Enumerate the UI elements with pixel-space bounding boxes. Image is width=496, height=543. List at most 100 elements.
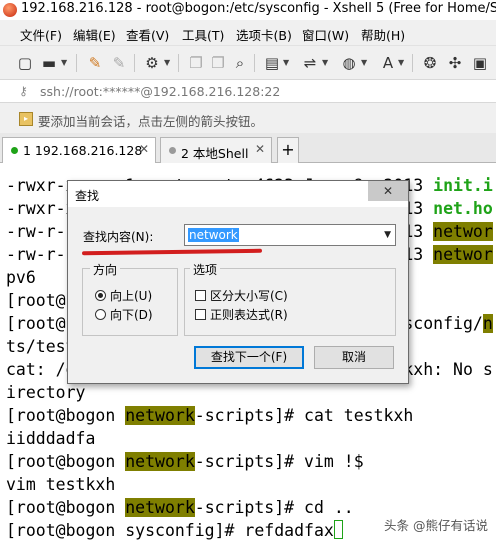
regex-checkbox[interactable] <box>195 309 206 320</box>
search-highlight: networ <box>433 222 493 241</box>
link-icon: ⚷ <box>19 84 28 98</box>
direction-up-label[interactable]: 向上(U) <box>110 287 152 304</box>
open-folder-icon[interactable]: ▬ <box>40 54 58 72</box>
terminal-line: pv6 <box>6 266 36 289</box>
terminal-line: [root@bogon sysconfig]# refdadfax <box>6 519 343 542</box>
close-icon[interactable]: ✕ <box>368 181 408 201</box>
chevron-down-icon[interactable]: ▼ <box>384 230 391 240</box>
direction-down-label[interactable]: 向下(D) <box>110 306 153 323</box>
find-dialog: 查找 ✕ 查找内容(N): network ▼ 方向 向上(U) 向下(D) 选… <box>67 180 409 384</box>
terminal-text: -scripts]# vim !$ <box>194 452 364 471</box>
xshell-app-icon <box>3 3 17 17</box>
terminal-text: -scripts]# cd .. <box>194 498 354 517</box>
reconnect-icon[interactable]: ✎ <box>86 54 104 72</box>
watermark: 头条 @熊仔有话说 <box>384 518 488 533</box>
red-underline-annotation <box>81 248 263 256</box>
tab-local-shell[interactable]: 2 本地Shell ✕ <box>160 137 272 163</box>
properties-icon[interactable]: ⚙ <box>143 54 161 72</box>
case-sensitive-checkbox[interactable] <box>195 290 206 301</box>
regex-label[interactable]: 正则表达式(R) <box>210 306 288 323</box>
menu-bar: 文件(F) 编辑(E) 查看(V) 工具(T) 选项卡(B) 窗口(W) 帮助(… <box>0 20 496 45</box>
paste-icon[interactable]: ❐ <box>209 54 227 72</box>
search-highlight: networ <box>433 245 493 264</box>
transfer-icon[interactable]: ⇌ <box>301 54 319 72</box>
toolbar-separator <box>254 54 255 72</box>
close-icon[interactable]: ✕ <box>139 142 149 156</box>
new-session-icon[interactable]: ▢ <box>16 54 34 72</box>
menu-edit[interactable]: 编辑(E) <box>73 25 116 44</box>
search-highlight: network <box>125 406 195 425</box>
terminal-line: vim testkxh <box>6 473 115 496</box>
toolbar: ▢ ▬ ▼ ✎ ✎ ⚙ ▼ ❐ ❐ ⌕ ▤ ▼ ⇌ ▼ ◍ ▼ A ▼ ❂ ✣ … <box>0 45 496 79</box>
session-address[interactable]: ssh://root:******@192.168.216.128:22 <box>40 84 280 99</box>
terminal-text: -scripts]# cat testkxh <box>194 406 414 425</box>
terminal-text: irectory <box>6 383 86 402</box>
address-bar[interactable]: ⚷ ssh://root:******@192.168.216.128:22 <box>0 79 496 103</box>
chevron-down-icon[interactable]: ▼ <box>398 58 404 67</box>
title-bar: 192.168.216.128 - root@bogon:/etc/syscon… <box>0 0 496 20</box>
print-icon[interactable]: ▤ <box>263 54 281 72</box>
terminal-line: [root@bogon network-scripts]# cd .. <box>6 496 354 519</box>
add-tab-button[interactable]: + <box>277 137 299 163</box>
menu-window[interactable]: 窗口(W) <box>302 25 349 44</box>
dialog-title-bar: 查找 ✕ <box>68 181 408 207</box>
lock-icon[interactable]: ✣ <box>446 54 464 72</box>
status-dot-icon <box>11 147 18 154</box>
tab-session-1[interactable]: 1 192.168.216.128 ✕ <box>2 137 156 163</box>
copy-icon[interactable]: ❐ <box>187 54 205 72</box>
direction-label: 方向 <box>90 261 121 278</box>
menu-view[interactable]: 查看(V) <box>126 25 169 44</box>
chevron-down-icon[interactable]: ▼ <box>61 58 67 67</box>
find-input[interactable]: network ▼ <box>184 224 396 246</box>
tab-label: 2 本地Shell <box>181 146 249 161</box>
terminal-line: [root@bogon network-scripts]# cat testkx… <box>6 404 413 427</box>
globe-icon[interactable]: ◍ <box>340 54 358 72</box>
find-input-value: network <box>188 228 239 242</box>
terminal-text: iidddadfa <box>6 429 96 448</box>
search-highlight: n <box>482 314 493 333</box>
direction-down-radio[interactable] <box>95 309 106 320</box>
menu-file[interactable]: 文件(F) <box>20 25 62 44</box>
tab-bar: 1 192.168.216.128 ✕ 2 本地Shell ✕ + <box>0 133 496 163</box>
search-highlight: network <box>125 452 195 471</box>
menu-tabs[interactable]: 选项卡(B) <box>236 25 292 44</box>
cancel-button[interactable]: 取消 <box>314 346 394 369</box>
xftp-icon[interactable]: ❂ <box>421 54 439 72</box>
terminal-text: init.i <box>433 176 493 195</box>
dialog-title: 查找 <box>75 189 100 203</box>
terminal-text: [root@bogon <box>6 406 126 425</box>
terminal-text: [root@bogon sysconfig]# refdadfax <box>6 521 334 540</box>
find-icon[interactable]: ⌕ <box>231 54 249 72</box>
disconnect-icon[interactable]: ✎ <box>110 54 128 72</box>
chevron-down-icon[interactable]: ▼ <box>283 58 289 67</box>
status-dot-icon <box>169 147 176 154</box>
terminal-text: [root@bogon <box>6 452 126 471</box>
direction-up-radio[interactable] <box>95 290 106 301</box>
chevron-down-icon[interactable]: ▼ <box>164 58 170 67</box>
terminal-text: net.ho <box>433 199 493 218</box>
terminal-text: vim testkxh <box>6 475 116 494</box>
info-icon[interactable]: ▸ <box>19 112 33 126</box>
window-title: 192.168.216.128 - root@bogon:/etc/syscon… <box>21 1 496 16</box>
menu-help[interactable]: 帮助(H) <box>361 25 405 44</box>
session-hint-text: 要添加当前会话，点击左侧的箭头按钮。 <box>38 114 264 129</box>
font-icon[interactable]: A <box>379 54 397 72</box>
toolbar-separator <box>412 54 413 72</box>
chevron-down-icon[interactable]: ▼ <box>361 58 367 67</box>
find-label: 查找内容(N): <box>83 230 154 244</box>
menu-tools[interactable]: 工具(T) <box>182 25 224 44</box>
toolbar-separator <box>178 54 179 72</box>
options-label: 选项 <box>190 261 221 278</box>
search-highlight: network <box>125 498 195 517</box>
case-sensitive-label[interactable]: 区分大小写(C) <box>210 287 288 304</box>
terminal-line: iidddadfa <box>6 427 95 450</box>
terminal-text: pv6 <box>6 268 36 287</box>
find-next-button[interactable]: 查找下一个(F) <box>194 346 304 369</box>
fullscreen-icon[interactable]: ▣ <box>471 54 489 72</box>
close-icon[interactable]: ✕ <box>255 142 265 156</box>
terminal-line: [root@bogon network-scripts]# vim !$ <box>6 450 364 473</box>
terminal-cursor <box>333 520 343 539</box>
session-hint-bar: ▸ 要添加当前会话，点击左侧的箭头按钮。 <box>0 103 496 133</box>
chevron-down-icon[interactable]: ▼ <box>322 58 328 67</box>
toolbar-separator <box>76 54 77 72</box>
